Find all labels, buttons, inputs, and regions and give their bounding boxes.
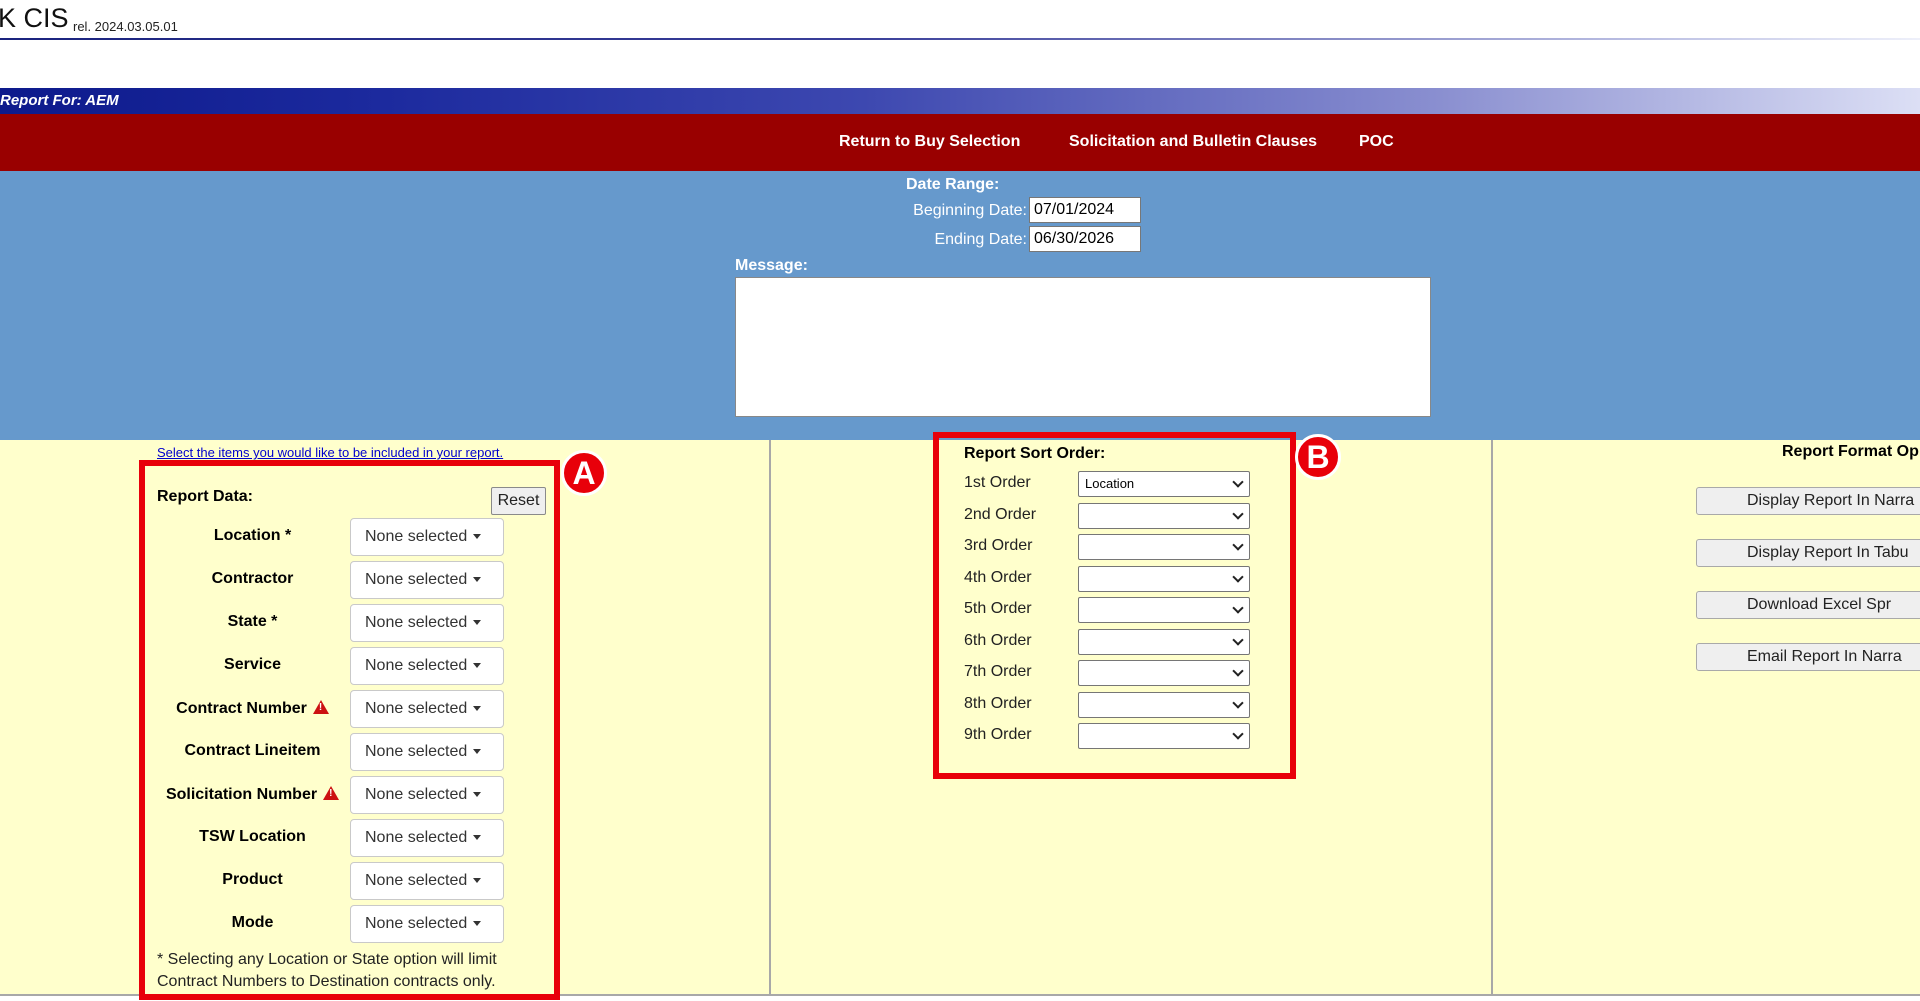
nav-poc[interactable]: POC <box>1359 133 1394 151</box>
chevron-down-icon <box>1232 539 1244 551</box>
field-row-solicitation-number: Solicitation Number None selected <box>150 776 510 814</box>
state-multiselect[interactable]: None selected <box>350 604 504 642</box>
date-range-title: Date Range: <box>906 176 1000 193</box>
chevron-down-icon <box>1232 508 1244 520</box>
field-row-contract-lineitem: Contract Lineitem None selected <box>150 733 510 771</box>
ending-date-label: Ending Date: <box>934 231 1027 248</box>
sort-order-7-select[interactable] <box>1078 660 1250 686</box>
sort-order-6-select[interactable] <box>1078 629 1250 655</box>
report-format-options-title: Report Format Op <box>1782 443 1919 460</box>
beginning-date-input[interactable] <box>1029 197 1141 223</box>
caret-down-icon <box>473 706 482 712</box>
field-label: TSW Location <box>199 828 306 845</box>
sort-order-3-select[interactable] <box>1078 534 1250 560</box>
sort-order-1-select[interactable]: Location <box>1078 471 1250 497</box>
header-divider <box>0 38 1920 40</box>
report-for-title: Report For: AEM <box>0 92 119 109</box>
release-version: rel. 2024.03.05.01 <box>73 19 178 34</box>
select-items-hint-link[interactable]: Select the items you would like to be in… <box>157 445 503 460</box>
sort-order-label: 7th Order <box>964 663 1032 680</box>
field-label: Mode <box>231 914 274 931</box>
caret-down-icon <box>473 921 482 927</box>
sort-order-label: 8th Order <box>964 695 1032 712</box>
sort-order-2-select[interactable] <box>1078 503 1250 529</box>
app-title: K CIS <box>0 3 69 33</box>
message-label: Message: <box>735 257 808 274</box>
contract-number-multiselect[interactable]: None selected <box>350 690 504 728</box>
sort-order-5-select[interactable] <box>1078 597 1250 623</box>
field-row-mode: Mode None selected <box>150 905 510 943</box>
column-divider <box>1491 440 1493 994</box>
field-label: State * <box>227 613 278 630</box>
solicitation-number-multiselect[interactable]: None selected <box>350 776 504 814</box>
download-excel-button[interactable]: Download Excel Spr <box>1696 591 1920 619</box>
field-label: Location * <box>213 527 292 544</box>
caret-down-icon <box>473 878 482 884</box>
sort-order-label: 3rd Order <box>964 537 1033 554</box>
sort-order-label: 4th Order <box>964 569 1032 586</box>
annotation-marker-b: B <box>1295 434 1341 480</box>
caret-down-icon <box>473 577 482 583</box>
field-row-state: State * None selected <box>150 604 510 642</box>
sort-order-label: 6th Order <box>964 632 1032 649</box>
caret-down-icon <box>473 663 482 669</box>
chevron-down-icon <box>1232 697 1244 709</box>
ending-date-input[interactable] <box>1029 226 1141 252</box>
sort-order-label: 2nd Order <box>964 506 1037 523</box>
tsw-location-multiselect[interactable]: None selected <box>350 819 504 857</box>
report-for-bar <box>0 88 1920 114</box>
chevron-down-icon <box>1232 634 1244 646</box>
chevron-down-icon <box>1232 602 1244 614</box>
caret-down-icon <box>473 792 482 798</box>
nav-return-to-buy-selection[interactable]: Return to Buy Selection <box>839 133 1020 151</box>
mode-multiselect[interactable]: None selected <box>350 905 504 943</box>
sort-order-4-select[interactable] <box>1078 566 1250 592</box>
caret-down-icon <box>473 534 482 540</box>
sort-order-8-select[interactable] <box>1078 692 1250 718</box>
sort-order-9-select[interactable] <box>1078 723 1250 749</box>
chevron-down-icon <box>1232 728 1244 740</box>
column-divider <box>769 440 771 994</box>
email-report-narrative-button[interactable]: Email Report In Narra <box>1696 643 1920 671</box>
nav-solicitation-bulletin-clauses[interactable]: Solicitation and Bulletin Clauses <box>1069 133 1317 151</box>
annotation-marker-a: A <box>561 450 607 496</box>
warning-icon <box>323 786 340 800</box>
field-row-product: Product None selected <box>150 862 510 900</box>
contractor-multiselect[interactable]: None selected <box>350 561 504 599</box>
location-multiselect[interactable]: None selected <box>350 518 504 556</box>
field-label: Service <box>224 656 281 673</box>
chevron-down-icon <box>1232 476 1244 488</box>
contract-lineitem-multiselect[interactable]: None selected <box>350 733 504 771</box>
field-label: Contract Number <box>150 699 355 718</box>
field-row-contractor: Contractor None selected <box>150 561 510 599</box>
sort-order-label: 1st Order <box>964 474 1031 491</box>
field-label: Contract Lineitem <box>184 742 321 759</box>
field-label: Solicitation Number <box>150 785 355 804</box>
caret-down-icon <box>473 620 482 626</box>
service-multiselect[interactable]: None selected <box>350 647 504 685</box>
product-multiselect[interactable]: None selected <box>350 862 504 900</box>
display-report-tabular-button[interactable]: Display Report In Tabu <box>1696 539 1920 567</box>
chevron-down-icon <box>1232 571 1244 583</box>
caret-down-icon <box>473 835 482 841</box>
report-sort-order-title: Report Sort Order: <box>964 445 1106 462</box>
sort-order-label: 5th Order <box>964 600 1032 617</box>
display-report-narrative-button[interactable]: Display Report In Narra <box>1696 487 1920 515</box>
field-row-location: Location * None selected <box>150 518 510 556</box>
field-label: Product <box>222 871 283 888</box>
chevron-down-icon <box>1232 665 1244 677</box>
sort-order-label: 9th Order <box>964 726 1032 743</box>
beginning-date-label: Beginning Date: <box>913 202 1027 219</box>
caret-down-icon <box>473 749 482 755</box>
location-state-footnote: * Selecting any Location or State option… <box>157 951 497 990</box>
field-row-tsw-location: TSW Location None selected <box>150 819 510 857</box>
report-data-title: Report Data: <box>157 488 254 505</box>
message-textarea[interactable] <box>735 277 1431 417</box>
field-row-contract-number: Contract Number None selected <box>150 690 510 728</box>
reset-button[interactable]: Reset <box>491 487 546 515</box>
field-label: Contractor <box>211 570 294 587</box>
warning-icon <box>312 700 329 714</box>
field-row-service: Service None selected <box>150 647 510 685</box>
